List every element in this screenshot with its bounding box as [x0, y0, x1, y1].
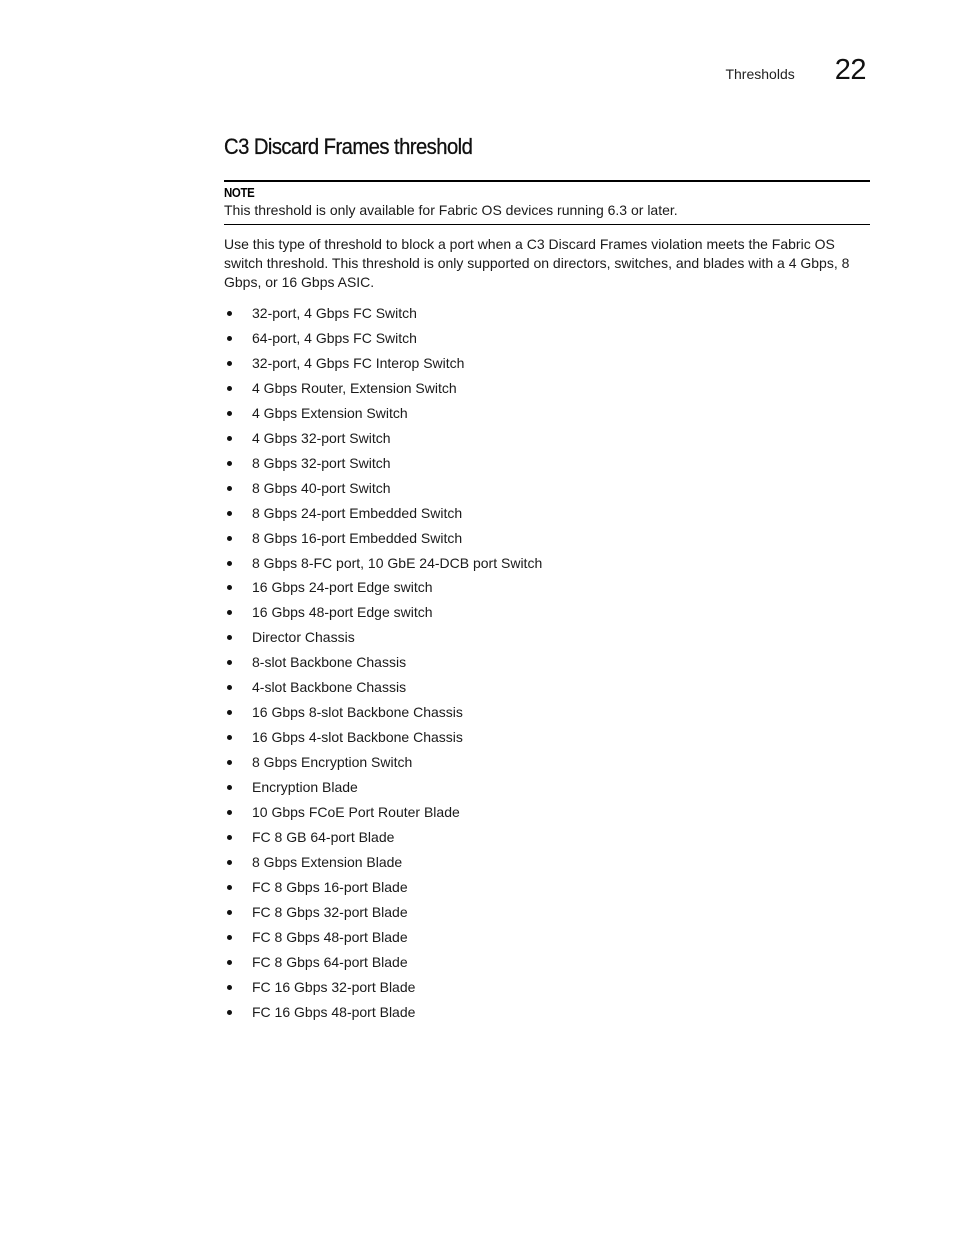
note-text: This threshold is only available for Fab…: [224, 202, 678, 218]
list-item-text: 8 Gbps Extension Blade: [252, 853, 403, 870]
list-item-text: 16 Gbps 8-slot Backbone Chassis: [252, 704, 463, 721]
list-item: FC 8 Gbps 32-port Blade: [224, 900, 870, 925]
bullet-icon: [227, 560, 232, 566]
list-item: 4-slot Backbone Chassis: [224, 675, 870, 700]
bullet-icon: [227, 635, 232, 641]
list-item: 8 Gbps 40-port Switch: [224, 476, 870, 501]
list-item: 8 Gbps Encryption Switch: [224, 750, 870, 775]
list-item-text: 8 Gbps Encryption Switch: [252, 754, 413, 771]
list-item: 16 Gbps 4-slot Backbone Chassis: [224, 725, 870, 750]
bullet-icon: [227, 610, 232, 616]
section-content: C3 Discard Frames threshold NOTE This th…: [224, 132, 870, 1025]
list-item: 32-port, 4 Gbps FC Interop Switch: [224, 351, 870, 376]
list-item-text: FC 8 GB 64-port Blade: [252, 829, 395, 846]
bullet-icon: [227, 660, 232, 666]
bullet-icon: [227, 760, 232, 766]
list-item: 8 Gbps Extension Blade: [224, 850, 870, 875]
bullet-icon: [227, 710, 232, 716]
list-item-text: 4-slot Backbone Chassis: [252, 679, 407, 696]
note-label: NOTE: [224, 185, 255, 200]
list-item-text: 16 Gbps 24-port Edge switch: [252, 579, 433, 596]
bullet-icon: [227, 585, 232, 591]
list-item-text: 64-port, 4 Gbps FC Switch: [252, 329, 417, 346]
list-item-text: 32-port, 4 Gbps FC Interop Switch: [252, 354, 465, 371]
list-item: 8 Gbps 16-port Embedded Switch: [224, 526, 870, 551]
list-item: 16 Gbps 24-port Edge switch: [224, 575, 870, 600]
header-section-name: Thresholds: [725, 66, 795, 82]
list-item-text: Director Chassis: [252, 629, 355, 646]
list-item: FC 16 Gbps 32-port Blade: [224, 975, 870, 1000]
note-block: NOTE This threshold is only available fo…: [224, 180, 870, 225]
bullet-icon: [227, 785, 232, 791]
bullet-icon: [227, 535, 232, 541]
list-item-text: 4 Gbps 32-port Switch: [252, 429, 391, 446]
list-item: FC 8 Gbps 48-port Blade: [224, 925, 870, 950]
bullet-icon: [227, 510, 232, 516]
list-item: FC 16 Gbps 48-port Blade: [224, 1000, 870, 1025]
bullet-icon: [227, 360, 232, 366]
list-item-text: FC 16 Gbps 32-port Blade: [252, 978, 416, 995]
list-item-text: FC 8 Gbps 48-port Blade: [252, 928, 408, 945]
list-item: FC 8 Gbps 16-port Blade: [224, 875, 870, 900]
list-item: Encryption Blade: [224, 775, 870, 800]
chapter-number: 22: [834, 54, 867, 86]
list-item: 16 Gbps 8-slot Backbone Chassis: [224, 700, 870, 725]
body-paragraph: Use this type of threshold to block a po…: [224, 236, 850, 290]
bullet-icon: [227, 685, 232, 691]
list-item-text: Encryption Blade: [252, 779, 358, 796]
list-item: FC 8 Gbps 64-port Blade: [224, 950, 870, 975]
bullet-icon: [227, 909, 232, 915]
list-item: 8 Gbps 8-FC port, 10 GbE 24-DCB port Swi…: [224, 551, 870, 576]
bullet-icon: [227, 884, 232, 890]
list-item-text: 8 Gbps 8-FC port, 10 GbE 24-DCB port Swi…: [252, 554, 543, 571]
list-item-text: 10 Gbps FCoE Port Router Blade: [252, 804, 460, 821]
list-item-text: 16 Gbps 48-port Edge switch: [252, 604, 433, 621]
list-item: 4 Gbps Extension Switch: [224, 401, 870, 426]
list-item: 64-port, 4 Gbps FC Switch: [224, 326, 870, 351]
list-item-text: 4 Gbps Extension Switch: [252, 404, 408, 421]
list-item-text: 8 Gbps 40-port Switch: [252, 479, 391, 496]
list-item: 8 Gbps 32-port Switch: [224, 451, 870, 476]
list-item: 4 Gbps 32-port Switch: [224, 426, 870, 451]
bullet-icon: [227, 984, 232, 990]
bullet-icon: [227, 311, 232, 316]
bullet-icon: [227, 1009, 232, 1015]
list-item: Director Chassis: [224, 625, 870, 650]
list-item: 16 Gbps 48-port Edge switch: [224, 600, 870, 625]
bullet-icon: [227, 959, 232, 965]
list-item-text: FC 8 Gbps 64-port Blade: [252, 953, 408, 970]
bullet-icon: [227, 735, 232, 741]
bullet-icon: [227, 460, 232, 466]
list-item-text: FC 8 Gbps 32-port Blade: [252, 903, 408, 920]
list-item-text: 8 Gbps 24-port Embedded Switch: [252, 504, 463, 521]
list-item-text: 32-port, 4 Gbps FC Switch: [252, 305, 417, 321]
list-item-text: FC 8 Gbps 16-port Blade: [252, 878, 408, 895]
list-item-text: 8 Gbps 16-port Embedded Switch: [252, 529, 463, 546]
section-title: C3 Discard Frames threshold: [224, 134, 473, 159]
list-item-text: 16 Gbps 4-slot Backbone Chassis: [252, 729, 463, 746]
list-item: FC 8 GB 64-port Blade: [224, 825, 870, 850]
bullet-icon: [227, 835, 232, 841]
running-header: Thresholds 22: [725, 54, 866, 87]
bullet-icon: [227, 934, 232, 940]
bullet-icon: [227, 810, 232, 816]
bullet-icon: [227, 410, 232, 416]
list-item: 32-port, 4 Gbps FC Switch: [224, 301, 870, 326]
bullet-icon: [227, 435, 232, 441]
bullet-icon: [227, 385, 232, 391]
bullet-icon: [227, 335, 232, 341]
list-item: 8 Gbps 24-port Embedded Switch: [224, 501, 870, 526]
device-list: 32-port, 4 Gbps FC Switch 64-port, 4 Gbps…: [224, 301, 870, 1025]
list-item-text: FC 16 Gbps 48-port Blade: [252, 1003, 416, 1020]
list-item: 8-slot Backbone Chassis: [224, 650, 870, 675]
list-item-text: 8 Gbps 32-port Switch: [252, 454, 391, 471]
bullet-icon: [227, 485, 232, 491]
list-item-text: 8-slot Backbone Chassis: [252, 654, 407, 671]
list-item: 4 Gbps Router, Extension Switch: [224, 376, 870, 401]
list-item: 10 Gbps FCoE Port Router Blade: [224, 800, 870, 825]
bullet-icon: [227, 859, 232, 865]
list-item-text: 4 Gbps Router, Extension Switch: [252, 379, 457, 396]
